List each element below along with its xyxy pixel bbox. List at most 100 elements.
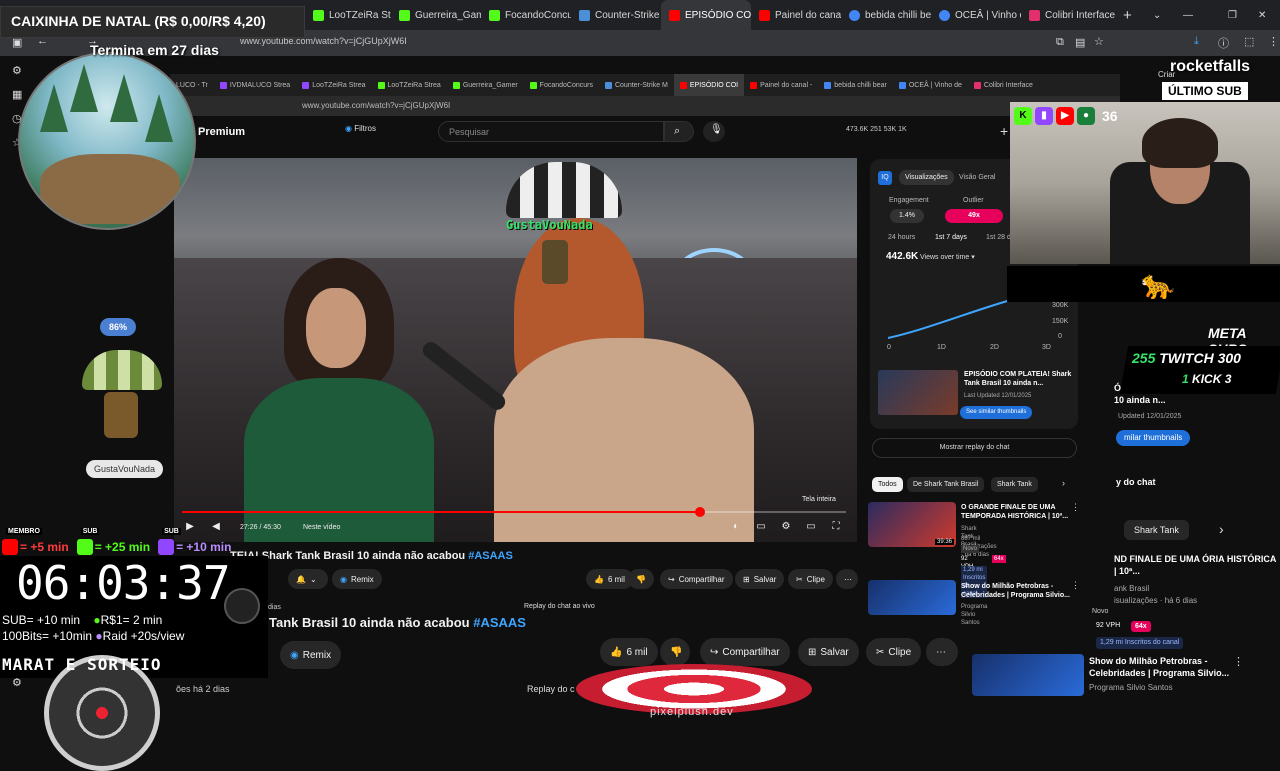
tree bbox=[110, 74, 138, 122]
dislike-button-small[interactable]: 👎 bbox=[628, 569, 654, 589]
zoomed-similar-thumbnails-button[interactable]: milar thumbnails bbox=[1116, 430, 1191, 446]
zoomed-rec2-thumbnail[interactable] bbox=[972, 654, 1084, 696]
tab-bebida[interactable]: bebida chilli bear bbox=[841, 0, 931, 30]
filters-button[interactable]: ◉ Filtros bbox=[345, 124, 376, 133]
rec-menu-icon[interactable]: ⋮ bbox=[1071, 580, 1080, 591]
zoomed-chip-shark-tank[interactable]: Shark Tank bbox=[1124, 520, 1189, 540]
search-input[interactable]: Pesquisar bbox=[438, 121, 664, 142]
share-button-small[interactable]: ↪ Compartilhar bbox=[660, 569, 733, 589]
subtitles-icon[interactable]: ▭ bbox=[755, 521, 767, 533]
tab-label: FocandoConcursos bbox=[505, 9, 571, 21]
minimize-button[interactable]: — bbox=[1175, 0, 1220, 30]
remix-button-small[interactable]: ◉ Remix bbox=[332, 569, 382, 589]
new-tab-button[interactable]: + bbox=[1115, 0, 1145, 30]
similar-thumbnails-button[interactable]: See similar thumbnails bbox=[960, 406, 1033, 419]
settings-gear-icon[interactable]: ⚙ bbox=[780, 521, 792, 533]
chip-shark-tank-brasil[interactable]: De Shark Tank Brasil bbox=[907, 477, 985, 492]
inner-tab[interactable]: bebida chilli bear bbox=[818, 74, 893, 96]
autoplay-toggle-icon[interactable]: ◐ bbox=[730, 521, 742, 533]
youtube-premium-logo[interactable]: Premium bbox=[198, 126, 245, 138]
search-button[interactable]: ⌕ bbox=[664, 121, 694, 142]
chapters-button[interactable]: Neste vídeo bbox=[303, 524, 340, 531]
zoomed-chips-next-icon[interactable]: › bbox=[1219, 521, 1224, 537]
google-icon bbox=[939, 9, 950, 21]
menu-icon[interactable]: ⋮ bbox=[1268, 35, 1279, 48]
tab-ocea[interactable]: OCEÂ | Vinho de bbox=[931, 0, 1021, 30]
rate-raid: Raid +20s/view bbox=[102, 629, 185, 643]
fullscreen-icon[interactable]: ⛶ bbox=[830, 521, 842, 533]
inner-tab[interactable]: Painel do canal - bbox=[744, 74, 818, 96]
progress-percent-badge: 86% bbox=[100, 318, 136, 336]
like-button-large[interactable]: 👍 6 mil bbox=[600, 638, 658, 666]
info-icon[interactable]: ⓘ bbox=[1218, 35, 1229, 51]
clip-button-small[interactable]: ✂ Clipe bbox=[788, 569, 833, 589]
save-button-small[interactable]: ⊞ Salvar bbox=[735, 569, 785, 589]
tab-list-chevron-icon[interactable]: ⌄ bbox=[1145, 0, 1175, 30]
video-scrubber-handle[interactable] bbox=[694, 507, 705, 517]
maximize-button[interactable]: ❐ bbox=[1220, 0, 1250, 30]
zoomed-chat-replay[interactable]: y do chat bbox=[1116, 477, 1156, 487]
zoomed-rec2-title[interactable]: Show do Milhão Petrobras - Celebridades … bbox=[1089, 655, 1239, 679]
twitch-icon bbox=[302, 81, 310, 89]
chips-next-icon[interactable]: › bbox=[1062, 478, 1065, 488]
tab-painel[interactable]: Painel do canal - bbox=[751, 0, 841, 30]
download-icon[interactable]: ⤓ bbox=[1194, 35, 1199, 48]
dislike-button-large[interactable]: 👎 bbox=[660, 638, 690, 666]
inner-tab[interactable]: Colibri Interface bbox=[968, 74, 1039, 96]
sub-goal-twitch: 255 TWITCH 300 bbox=[1132, 350, 1241, 366]
more-actions-small[interactable]: ⋯ bbox=[836, 569, 858, 589]
live-chat-replay-large[interactable]: Replay do c bbox=[527, 684, 575, 694]
tab-visao-geral[interactable]: Visão Geral bbox=[959, 174, 995, 181]
close-window-button[interactable]: ✕ bbox=[1250, 0, 1280, 30]
sidebar-gear-icon[interactable]: ⚙ bbox=[12, 64, 22, 77]
theater-mode-icon[interactable]: ▭ bbox=[805, 521, 817, 533]
clip-button-large[interactable]: ✂ Clipe bbox=[866, 638, 922, 666]
filter-icon: ◉ bbox=[345, 124, 355, 133]
media-icon[interactable]: ▤ bbox=[1075, 36, 1085, 49]
tab-visualizacoes[interactable]: Visualizações bbox=[899, 170, 954, 185]
bookmark-star-icon[interactable]: ☆ bbox=[1094, 35, 1104, 48]
more-actions-large[interactable]: ⋯ bbox=[926, 638, 958, 666]
views-over-time-dropdown[interactable]: Views over time ▾ bbox=[920, 253, 975, 261]
live-chat-replay-small[interactable]: Replay do chat ao vivo bbox=[524, 603, 595, 610]
chip-shark-tank[interactable]: Shark Tank bbox=[991, 477, 1038, 492]
range-7d[interactable]: 1st 7 days bbox=[935, 234, 967, 241]
save-button-large[interactable]: ⊞ Salvar bbox=[798, 638, 859, 666]
voice-search-button[interactable]: 🎙 bbox=[703, 121, 725, 142]
inner-tab[interactable]: Guerreira_Gamer bbox=[447, 74, 524, 96]
inner-url-field[interactable]: www.youtube.com/watch?v=jCjGUpXjW6I bbox=[302, 101, 450, 110]
range-28d[interactable]: 1st 28 d bbox=[986, 234, 1011, 241]
inner-tab[interactable]: OCEÂ | Vinho de bbox=[893, 74, 968, 96]
zoomed-rec-title[interactable]: ND FINALE DE UMA ÓRIA HISTÓRICA | 10ª... bbox=[1114, 553, 1279, 577]
twitch-current: 255 bbox=[1132, 350, 1156, 366]
inner-tab-active[interactable]: EPISÓDIO COI bbox=[673, 74, 745, 96]
inner-tab[interactable]: IVDMALUCO Strea bbox=[214, 74, 296, 96]
screenshot-icon[interactable]: ⧉ bbox=[1056, 36, 1064, 49]
create-icon[interactable]: + bbox=[1000, 123, 1008, 139]
hashtag-link[interactable]: #ASAAS bbox=[473, 615, 526, 630]
sidebar-app-icon[interactable]: ▦ bbox=[12, 88, 22, 101]
zoomed-rec2-menu-icon[interactable]: ⋮ bbox=[1233, 655, 1244, 668]
show-chat-replay-button[interactable]: Mostrar replay do chat bbox=[872, 438, 1077, 458]
tab-focando[interactable]: FocandoConcursos bbox=[481, 0, 571, 30]
inner-tab[interactable]: FocandoConcurs bbox=[524, 74, 599, 96]
inner-tab[interactable]: Counter-Strike M bbox=[599, 74, 674, 96]
remix-button-large[interactable]: ◉ Remix bbox=[280, 641, 342, 669]
tab-lootzeira[interactable]: LooTZeiRa Stream bbox=[305, 0, 391, 30]
rec-new-badge: Novo bbox=[961, 545, 980, 553]
rec-menu-icon[interactable]: ⋮ bbox=[1071, 502, 1080, 513]
chip-todos[interactable]: Todos bbox=[872, 477, 903, 492]
like-button-small[interactable]: 👍 6 mil bbox=[586, 569, 633, 589]
fullscreen-tooltip: Tela inteira bbox=[802, 496, 836, 503]
tab-episodio[interactable]: EPISÓDIO COI✕ bbox=[661, 0, 751, 30]
subscribe-bell-button[interactable]: 🔔 ⌄ bbox=[288, 569, 328, 589]
tab-colibri[interactable]: Colibri Interfaces bbox=[1021, 0, 1115, 30]
inner-tab[interactable]: LooTZeiRa Strea bbox=[372, 74, 447, 96]
tab-guerreira[interactable]: Guerreira_Gamer bbox=[391, 0, 481, 30]
range-24h[interactable]: 24 hours bbox=[888, 234, 915, 241]
inner-tab[interactable]: LooTZeiRa Strea bbox=[296, 74, 371, 96]
hashtag-link[interactable]: #ASAAS bbox=[468, 550, 513, 562]
extensions-icon[interactable]: ⬚ bbox=[1244, 35, 1254, 48]
share-button-large[interactable]: ↪ Compartilhar bbox=[700, 638, 790, 666]
tab-counter-strike[interactable]: Counter-Strike M bbox=[571, 0, 661, 30]
